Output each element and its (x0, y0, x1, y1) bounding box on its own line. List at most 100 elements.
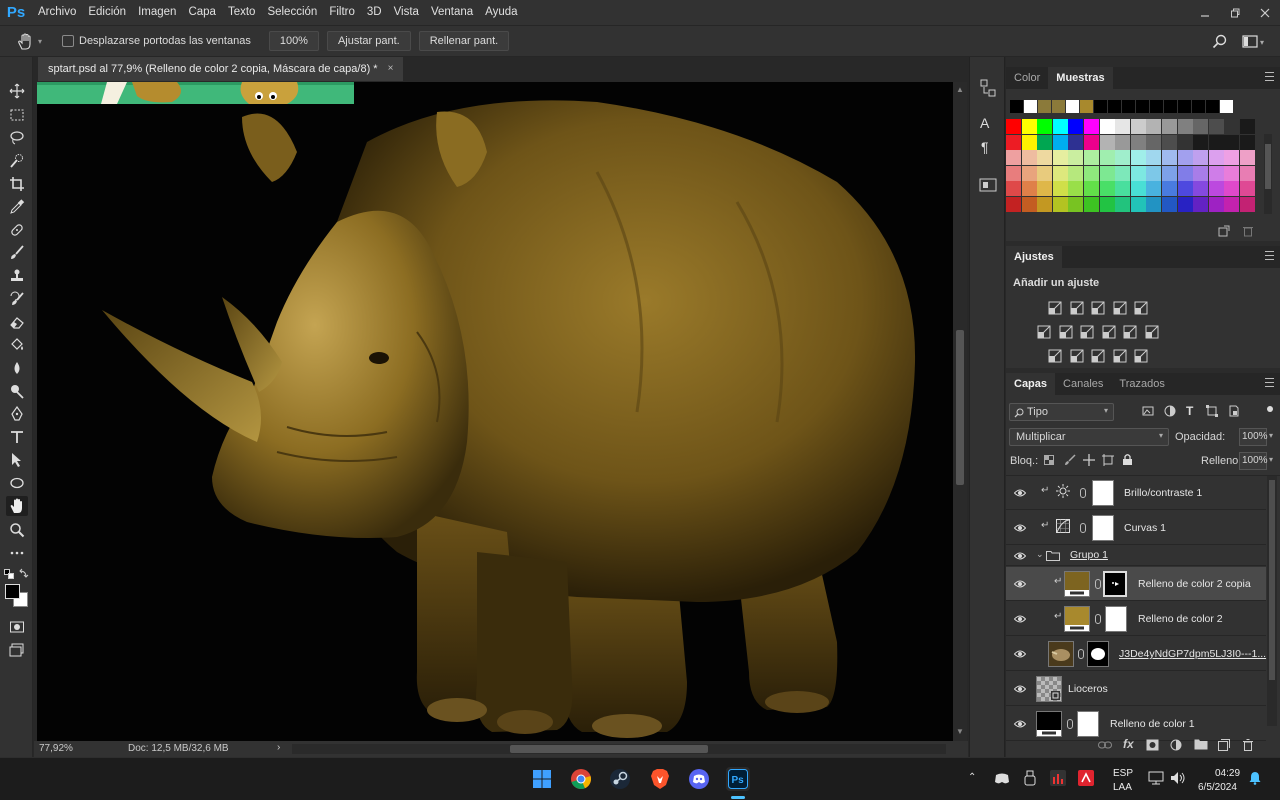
palette-swatch[interactable] (1146, 196, 1162, 212)
menu-texto[interactable]: Texto (222, 0, 262, 25)
swatches-scrollbar[interactable] (1264, 134, 1272, 214)
recent-swatch[interactable] (1178, 100, 1191, 113)
color-fill-thumbnail[interactable] (1064, 571, 1090, 597)
character-panel-icon[interactable]: A (980, 115, 989, 131)
recent-swatch[interactable] (1108, 100, 1121, 113)
palette-swatch[interactable] (1162, 181, 1177, 196)
palette-swatch[interactable] (1052, 150, 1068, 165)
scroll-down-arrow-icon[interactable]: ▼ (956, 727, 964, 736)
palette-swatch[interactable] (1240, 150, 1255, 165)
pen-tool-icon[interactable] (6, 404, 28, 424)
vibrance-adj-icon[interactable] (1134, 301, 1148, 318)
palette-swatch[interactable] (1021, 181, 1037, 196)
palette-swatch[interactable] (1006, 150, 1021, 165)
opacity-dropdown-icon[interactable]: ▾ (1269, 431, 1273, 440)
palette-swatch[interactable] (1177, 150, 1193, 165)
palette-swatch[interactable] (1240, 181, 1255, 196)
minimize-icon[interactable] (1190, 0, 1220, 25)
palette-swatch[interactable] (1208, 181, 1224, 196)
fill-dropdown-icon[interactable]: ▾ (1269, 455, 1273, 464)
mask-link-icon[interactable] (1067, 719, 1073, 729)
horizontal-scrollbar[interactable] (292, 744, 946, 754)
palette-swatch[interactable] (1068, 165, 1084, 181)
healing-brush-tool-icon[interactable] (6, 220, 28, 240)
visibility-eye-icon[interactable] (1014, 550, 1026, 562)
fill-screen-button[interactable]: Rellenar pant. (418, 31, 510, 51)
horizontal-scroll-thumb[interactable] (510, 745, 708, 753)
palette-swatch[interactable] (1037, 150, 1053, 165)
palette-swatch[interactable] (1162, 196, 1177, 212)
clone-stamp-tool-icon[interactable] (6, 266, 28, 286)
palette-swatch[interactable] (1146, 181, 1162, 196)
palette-swatch[interactable] (1224, 134, 1240, 150)
new-layer-icon[interactable] (1218, 739, 1230, 754)
visibility-eye-icon[interactable] (1014, 613, 1026, 625)
ellipse-tool-icon[interactable] (6, 473, 28, 493)
fill-input[interactable]: 100% (1239, 452, 1268, 470)
search-icon[interactable] (1212, 34, 1228, 53)
lock-pixels-icon[interactable] (1064, 454, 1076, 469)
selective-color-adj-icon[interactable] (1113, 349, 1127, 366)
status-menu-arrow[interactable]: › (277, 742, 280, 753)
brush-tool-icon[interactable] (6, 243, 28, 263)
adjustments-panel-menu-icon[interactable] (1265, 251, 1274, 260)
path-selection-tool-icon[interactable] (6, 450, 28, 470)
clock-date[interactable]: 6/5/2024 (1198, 782, 1237, 793)
palette-swatch[interactable] (1208, 196, 1224, 212)
add-mask-icon[interactable] (1146, 739, 1159, 754)
layers-panel-menu-icon[interactable] (1265, 378, 1274, 387)
menu-seleccion[interactable]: Selección (261, 0, 323, 25)
menu-edicion[interactable]: Edición (82, 0, 132, 25)
crop-tool-icon[interactable] (6, 174, 28, 194)
color-balance-adj-icon[interactable] (1059, 325, 1073, 342)
recent-swatch[interactable] (1220, 100, 1233, 113)
palette-swatch[interactable] (1068, 150, 1084, 165)
color-lookup-adj-icon[interactable] (1145, 325, 1159, 342)
palette-swatch[interactable] (1193, 150, 1209, 165)
history-panel-icon[interactable] (980, 79, 996, 100)
workspace-icon[interactable]: ▾ (1242, 34, 1266, 53)
menu-vista[interactable]: Vista (388, 0, 425, 25)
default-colors-icon[interactable] (4, 569, 14, 579)
tab-layers[interactable]: Capas (1006, 373, 1056, 395)
mask-link-icon[interactable] (1095, 579, 1101, 589)
palette-swatch[interactable] (1084, 165, 1099, 181)
close-window-icon[interactable] (1250, 0, 1280, 25)
steam-icon[interactable] (608, 767, 632, 791)
paint-bucket-tool-icon[interactable] (6, 335, 28, 355)
lock-artboard-icon[interactable] (1102, 454, 1114, 469)
layer-mask-thumbnail[interactable] (1087, 641, 1109, 667)
layer-row-curves[interactable]: ↵ Curvas 1 (1006, 511, 1266, 545)
palette-swatch[interactable] (1130, 134, 1146, 150)
dodge-tool-icon[interactable] (6, 381, 28, 401)
layer-row-lioceros[interactable]: Lioceros (1006, 672, 1266, 706)
threshold-adj-icon[interactable] (1091, 349, 1105, 366)
palette-swatch[interactable] (1177, 119, 1193, 134)
lasso-tool-icon[interactable] (6, 128, 28, 148)
menu-ayuda[interactable]: Ayuda (479, 0, 523, 25)
language-indicator[interactable]: ESP (1113, 768, 1133, 779)
brave-icon[interactable] (648, 767, 672, 791)
zoom-tool-icon[interactable] (6, 520, 28, 540)
layer-filter-select[interactable]: Tipo ▾ (1009, 403, 1114, 421)
hand-tool-icon[interactable] (6, 496, 28, 516)
palette-swatch[interactable] (1099, 134, 1115, 150)
palette-swatch[interactable] (1130, 119, 1146, 134)
recent-swatch[interactable] (1080, 100, 1093, 113)
palette-swatch[interactable] (1177, 196, 1193, 212)
palette-swatch[interactable] (1084, 134, 1099, 150)
blend-mode-select[interactable]: Multiplicar ▾ (1009, 428, 1169, 446)
screen-mode-icon[interactable] (6, 640, 28, 660)
visibility-eye-icon[interactable] (1014, 718, 1026, 730)
palette-swatch[interactable] (1193, 165, 1209, 181)
layer-row-color-fill-2[interactable]: ↵ Relleno de color 2 (1006, 602, 1266, 636)
visibility-eye-icon[interactable] (1014, 487, 1026, 499)
image-thumbnail[interactable] (1048, 641, 1074, 667)
tab-channels[interactable]: Canales (1055, 373, 1111, 395)
palette-swatch[interactable] (1115, 181, 1131, 196)
scroll-up-arrow-icon[interactable]: ▲ (956, 85, 964, 94)
link-layers-icon[interactable] (1098, 739, 1112, 754)
scroll-all-windows-checkbox[interactable] (62, 35, 74, 47)
palette-swatch[interactable] (1177, 181, 1193, 196)
palette-swatch[interactable] (1115, 150, 1131, 165)
